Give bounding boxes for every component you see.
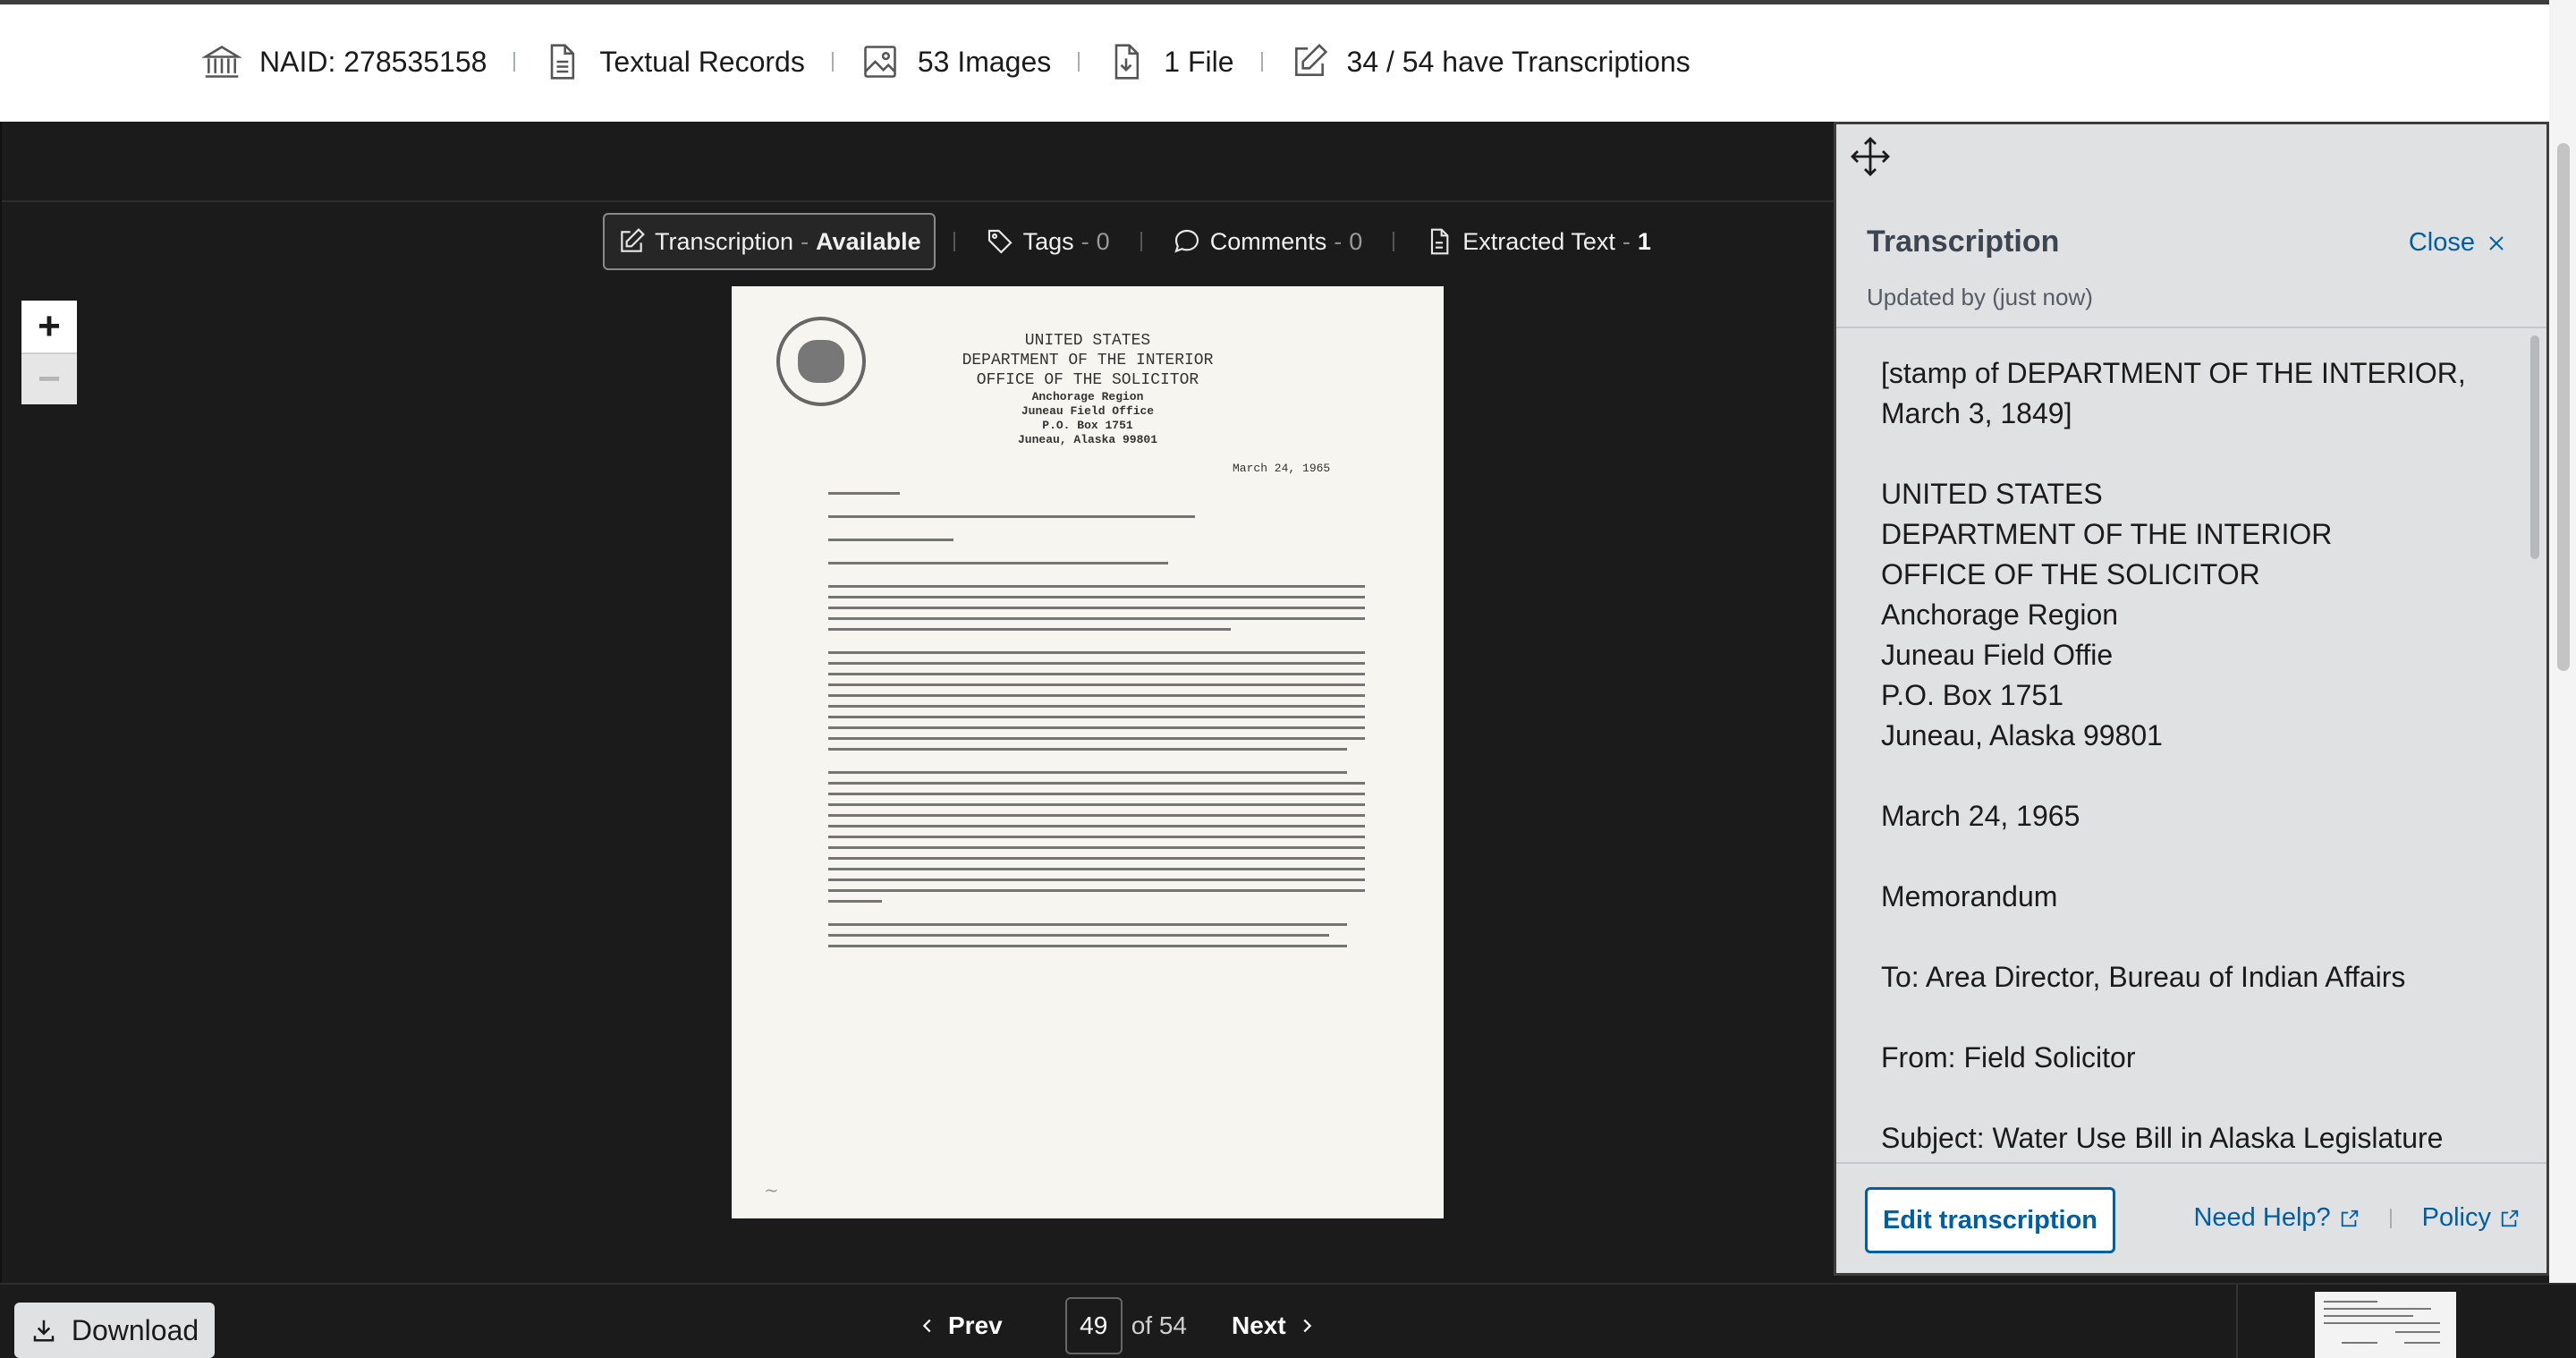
document-image[interactable]: UNITED STATES DEPARTMENT OF THE INTERIOR… [732, 286, 1444, 1218]
files-text: 1 File [1164, 45, 1234, 78]
transcriptions-text: 34 / 54 have Transcriptions [1346, 45, 1690, 78]
tab-comments[interactable]: Comments - 0 [1160, 213, 1376, 270]
tab-transcription[interactable]: Transcription - Available [603, 213, 936, 270]
close-icon [2489, 235, 2504, 250]
file-download-icon [1114, 44, 1140, 80]
zoom-out-button[interactable]: − [21, 352, 77, 404]
divider [953, 232, 955, 251]
chevron-right-icon [1303, 1319, 1311, 1333]
next-button[interactable]: Next [1232, 1311, 1317, 1340]
record-type-item: Textual Records [542, 42, 805, 81]
comment-icon [1174, 229, 1199, 253]
divider [2389, 1208, 2392, 1228]
tab-count: 0 [1349, 227, 1363, 255]
transcription-paragraph: March 24, 1965 [1881, 800, 2080, 832]
transcription-paragraph: Memorandum [1881, 880, 2058, 912]
download-label: Download [71, 1313, 199, 1346]
institution-icon [202, 46, 242, 78]
panel-title: Transcription [1867, 225, 2060, 259]
tab-label: Tags [1022, 227, 1074, 255]
zoom-in-button[interactable]: + [21, 301, 77, 352]
close-button[interactable]: Close [2409, 228, 2507, 258]
updated-by-text: Updated by (just now) [1867, 284, 2093, 310]
divider [1140, 232, 1142, 251]
tab-tags[interactable]: Tags - 0 [973, 213, 1123, 270]
prev-button[interactable]: Prev [918, 1311, 1003, 1340]
record-metadata-bar: NAID: 278535158 Textual Records 53 Image… [0, 0, 2576, 122]
tab-label: Comments [1209, 227, 1327, 255]
record-type-text: Textual Records [599, 45, 805, 78]
download-button[interactable]: Download [14, 1303, 215, 1358]
divider [1260, 52, 1263, 72]
images-item: 53 Images [860, 42, 1051, 81]
pagination: Prev of 54 Next [918, 1297, 1317, 1354]
viewer-divider [2, 200, 1835, 202]
page-count: of 54 [1131, 1311, 1187, 1339]
tab-count: 0 [1096, 227, 1110, 255]
download-icon [33, 1320, 55, 1342]
footer-links: Need Help? Policy [2193, 1203, 2520, 1233]
panel-scrollbar[interactable] [2530, 335, 2539, 559]
zoom-controls: + − [21, 301, 77, 404]
policy-link[interactable]: Policy [2422, 1203, 2491, 1233]
tab-count: 1 [1637, 227, 1651, 255]
page-scroll-thumb[interactable] [2557, 143, 2570, 671]
panel-footer: Edit transcription Need Help? Policy [1836, 1162, 2546, 1276]
chevron-left-icon [922, 1319, 931, 1333]
tag-icon [987, 229, 1013, 254]
scroll-track-top [2549, 0, 2576, 122]
transcription-paragraph: To: Area Director, Bureau of Indian Affa… [1881, 961, 2406, 993]
images-text: 53 Images [917, 45, 1052, 78]
edit-transcription-button[interactable]: Edit transcription [1865, 1187, 2115, 1253]
page-thumbnail[interactable] [2315, 1292, 2456, 1358]
transcription-paragraph: [stamp of DEPARTMENT OF THE INTERIOR, Ma… [1881, 357, 2466, 429]
document-viewer: Transcription - Available Tags - 0 Comme… [0, 122, 1835, 1283]
document-date: March 24, 1965 [1233, 462, 1331, 475]
edit-icon [1294, 43, 1327, 76]
files-item: 1 File [1106, 42, 1234, 81]
image-icon [864, 46, 896, 78]
signature-mark: ~ [764, 1179, 779, 1201]
document-icon [551, 44, 575, 80]
viewer-tabs: Transcription - Available Tags - 0 Comme… [603, 213, 1664, 270]
divider [1393, 232, 1395, 251]
transcription-paragraph: UNITED STATES DEPARTMENT OF THE INTERIOR… [1881, 478, 2333, 751]
transcription-panel: Transcription Close Updated by (just now… [1834, 122, 2549, 1276]
tab-status: Available [816, 227, 921, 255]
document-icon [1431, 228, 1449, 255]
page-scrollbar[interactable] [2549, 122, 2576, 1283]
divider [1078, 52, 1080, 72]
external-link-icon [2341, 1209, 2358, 1226]
tab-extracted-text[interactable]: Extracted Text - 1 [1412, 213, 1664, 270]
transcriptions-item: 34 / 54 have Transcriptions [1290, 42, 1690, 81]
thumbnail-strip [2236, 1285, 2576, 1358]
transcription-paragraph: From: Field Solicitor [1881, 1041, 2136, 1074]
metadata-row: NAID: 278535158 Textual Records 53 Image… [202, 38, 1690, 85]
page-number-input[interactable] [1064, 1297, 1123, 1354]
transcription-text: [stamp of DEPARTMENT OF THE INTERIOR, Ma… [1836, 328, 2525, 1162]
prev-label: Prev [948, 1311, 1003, 1339]
move-handle-icon[interactable] [1849, 135, 1892, 178]
need-help-link[interactable]: Need Help? [2193, 1203, 2330, 1233]
naid-item: NAID: 278535158 [202, 42, 487, 81]
naid-text: NAID: 278535158 [259, 45, 487, 78]
transcription-paragraph: Subject: Water Use Bill in Alaska Legisl… [1881, 1122, 2444, 1154]
divider [513, 52, 516, 72]
viewer-bottom-bar: Download Prev of 54 Next [0, 1283, 2576, 1358]
divider [831, 52, 834, 72]
next-label: Next [1232, 1311, 1286, 1339]
external-link-icon [2501, 1209, 2519, 1226]
tab-label: Extracted Text [1462, 227, 1615, 255]
edit-icon [621, 228, 645, 252]
close-label: Close [2408, 228, 2475, 257]
tab-label: Transcription [655, 227, 794, 255]
document-body-text [828, 492, 1365, 955]
document-letterhead: UNITED STATES DEPARTMENT OF THE INTERIOR… [962, 332, 1214, 446]
